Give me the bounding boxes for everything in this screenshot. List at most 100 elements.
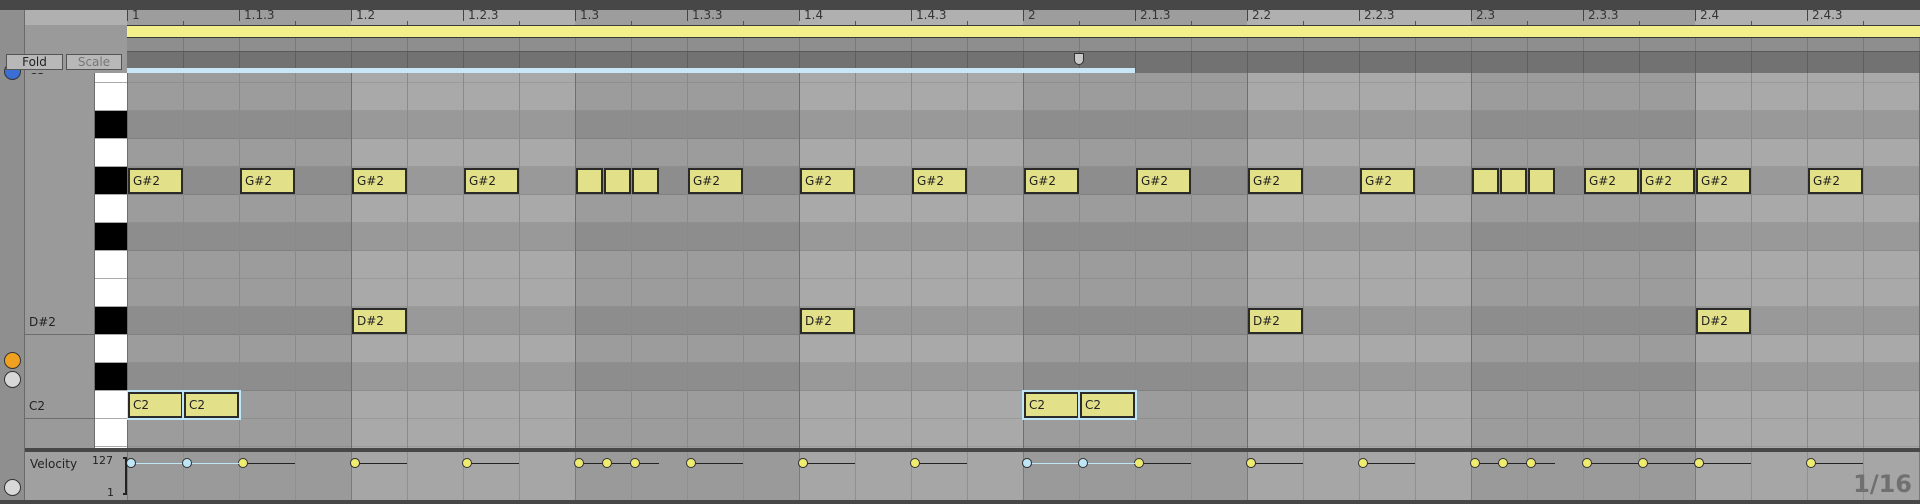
midi-note-gsharp2[interactable]: G#2 [800, 168, 855, 194]
piano-key-a2[interactable] [95, 139, 127, 167]
piano-keyboard[interactable] [95, 73, 127, 448]
midi-note-dsharp2[interactable]: D#2 [1248, 308, 1303, 334]
midi-note-gsharp2[interactable] [1528, 168, 1555, 194]
fold-toggle-icon[interactable] [4, 352, 21, 369]
midi-note-gsharp2[interactable] [1500, 168, 1527, 194]
velocity-handle[interactable] [1638, 458, 1648, 468]
midi-note-gsharp2[interactable]: G#2 [352, 168, 407, 194]
ruler-label[interactable]: 1 [127, 8, 140, 22]
ruler-label[interactable]: 1.4 [799, 8, 823, 22]
velocity-handle[interactable] [1078, 458, 1088, 468]
ruler-label[interactable]: 2.2 [1247, 8, 1271, 22]
midi-note-gsharp2[interactable]: G#2 [1024, 168, 1079, 194]
piano-key-b2[interactable] [95, 83, 127, 111]
midi-note-gsharp2[interactable]: G#2 [1696, 168, 1751, 194]
piano-key-g2[interactable] [95, 195, 127, 223]
piano-key-fsharp2[interactable] [95, 223, 127, 251]
piano-key-dsharp2[interactable] [95, 307, 127, 335]
velocity-handle[interactable] [1582, 458, 1592, 468]
midi-note-gsharp2[interactable]: G#2 [1360, 168, 1415, 194]
grid-line [351, 38, 352, 51]
velocity-handle[interactable] [182, 458, 192, 468]
midi-note-gsharp2[interactable] [632, 168, 659, 194]
ruler-label[interactable]: 1.4.3 [911, 8, 947, 22]
velocity-handle[interactable] [462, 458, 472, 468]
ruler-label[interactable]: 2.2.3 [1359, 8, 1395, 22]
ruler-label[interactable]: 2.4.3 [1807, 8, 1843, 22]
midi-note-gsharp2[interactable] [576, 168, 603, 194]
midi-note-gsharp2[interactable]: G#2 [1584, 168, 1639, 194]
piano-key-c2[interactable] [95, 391, 127, 419]
grid-size-label: 1/16 [1853, 470, 1912, 498]
loop-brace[interactable] [127, 25, 1920, 38]
grid-line [239, 38, 240, 51]
velocity-handle[interactable] [1134, 458, 1144, 468]
midi-note-gsharp2[interactable]: G#2 [1248, 168, 1303, 194]
velocity-handle[interactable] [1470, 458, 1480, 468]
velocity-handle[interactable] [574, 458, 584, 468]
ruler-label[interactable]: 2.3.3 [1583, 8, 1619, 22]
piano-key-asharp2[interactable] [95, 111, 127, 139]
midi-note-c2[interactable]: C2 [127, 390, 185, 420]
velocity-handle[interactable] [1694, 458, 1704, 468]
grid-line [295, 452, 296, 500]
velocity-handle[interactable] [602, 458, 612, 468]
ruler-label[interactable]: 2.1.3 [1135, 8, 1171, 22]
midi-note-gsharp2[interactable]: G#2 [688, 168, 743, 194]
note-grid[interactable]: G#2 G#2 G#2 G#2 G#2 G#2 G#2 G#2 G#2 G#2 G#2 G#2 G#2 G… [127, 73, 1920, 448]
piano-key-gsharp2[interactable] [95, 167, 127, 195]
beat-ruler[interactable]: 1 1.1.3 1.2 1.2.3 1.3 1.3.3 1.4 1.4.3 2 2.1.3 2.2 2… [25, 8, 1920, 25]
velocity-handle[interactable] [1526, 458, 1536, 468]
ruler-label[interactable]: 2.4 [1695, 8, 1719, 22]
ruler-label[interactable]: 1.2 [351, 8, 375, 22]
velocity-handle[interactable] [630, 458, 640, 468]
midi-note-gsharp2[interactable]: G#2 [464, 168, 519, 194]
velocity-handle[interactable] [798, 458, 808, 468]
midi-note-gsharp2[interactable]: G#2 [1640, 168, 1695, 194]
midi-note-dsharp2[interactable]: D#2 [352, 308, 407, 334]
piano-key-c3[interactable] [95, 73, 127, 83]
midi-note-c2[interactable]: C2 [182, 390, 241, 420]
piano-key-e2[interactable] [95, 279, 127, 307]
ruler-label[interactable]: 1.3 [575, 8, 599, 22]
lane-toggle-icon[interactable] [4, 371, 21, 388]
ruler-label[interactable]: 1.2.3 [463, 8, 499, 22]
piano-key-csharp2[interactable] [95, 363, 127, 391]
midi-note-c2[interactable]: C2 [1078, 390, 1137, 420]
midi-note-dsharp2[interactable]: D#2 [1696, 308, 1751, 334]
piano-key-f2[interactable] [95, 251, 127, 279]
midi-note-gsharp2[interactable] [604, 168, 631, 194]
midi-note-dsharp2[interactable]: D#2 [800, 308, 855, 334]
ruler-label[interactable]: 2.3 [1471, 8, 1495, 22]
midi-note-gsharp2[interactable]: G#2 [912, 168, 967, 194]
midi-note-gsharp2[interactable]: G#2 [128, 168, 183, 194]
velocity-line [467, 463, 519, 464]
midi-note-gsharp2[interactable]: G#2 [1136, 168, 1191, 194]
ruler-label[interactable]: 1.1.3 [239, 8, 275, 22]
velocity-handle[interactable] [1022, 458, 1032, 468]
velocity-handle[interactable] [686, 458, 696, 468]
midi-note-c2[interactable]: C2 [1022, 390, 1081, 420]
scale-button[interactable]: Scale [66, 54, 122, 70]
velocity-handle[interactable] [238, 458, 248, 468]
velocity-line [1139, 463, 1191, 464]
grid-line [855, 38, 856, 51]
ruler-label[interactable]: 1.3.3 [687, 8, 723, 22]
velocity-grid[interactable] [127, 452, 1920, 500]
start-end-markers[interactable] [127, 38, 1920, 52]
playhead-marker[interactable] [1074, 53, 1084, 65]
velocity-handle[interactable] [1246, 458, 1256, 468]
fold-button[interactable]: Fold [6, 54, 63, 70]
piano-key-b1[interactable] [95, 419, 127, 447]
midi-note-gsharp2[interactable]: G#2 [1808, 168, 1863, 194]
velocity-handle[interactable] [350, 458, 360, 468]
ruler-label[interactable]: 2 [1023, 8, 1036, 22]
velocity-handle[interactable] [1498, 458, 1508, 468]
velocity-handle[interactable] [1806, 458, 1816, 468]
piano-key-d2[interactable] [95, 335, 127, 363]
midi-note-gsharp2[interactable] [1472, 168, 1499, 194]
midi-note-gsharp2[interactable]: G#2 [240, 168, 295, 194]
play-icon[interactable] [4, 479, 21, 496]
velocity-handle[interactable] [1358, 458, 1368, 468]
velocity-handle[interactable] [910, 458, 920, 468]
